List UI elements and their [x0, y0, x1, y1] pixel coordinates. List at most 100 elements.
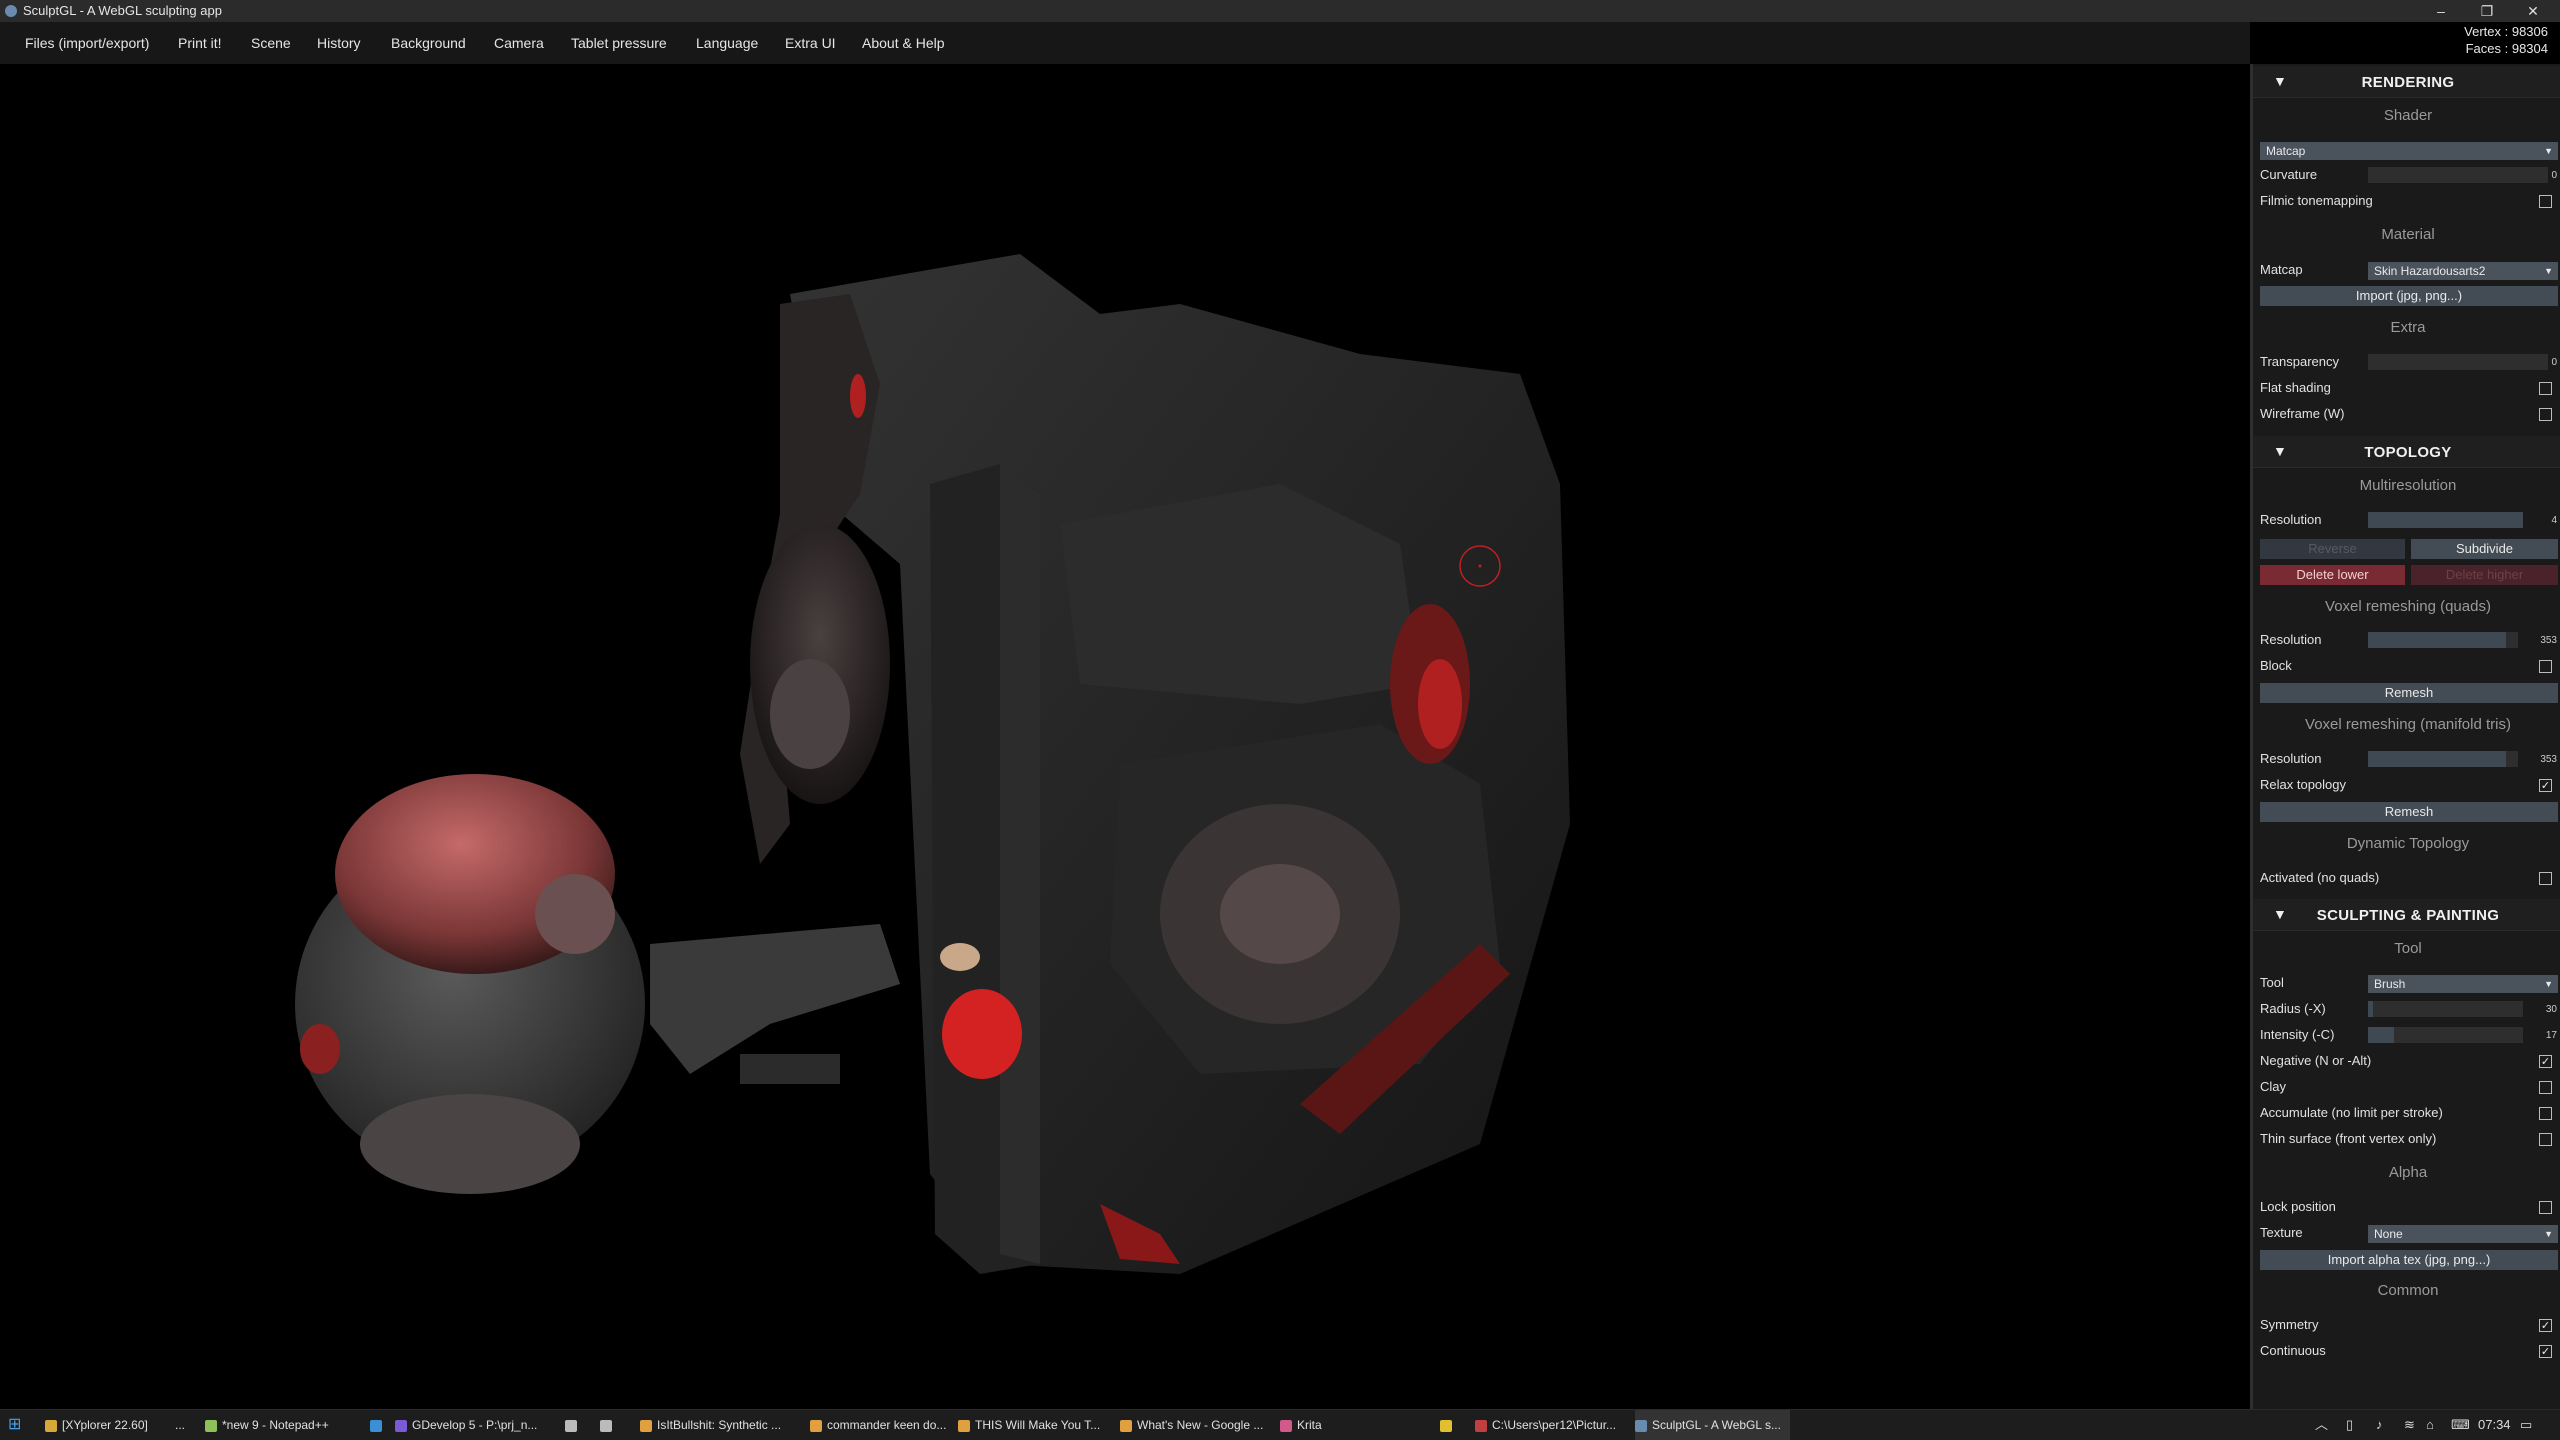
import-matcap-button[interactable]: Import (jpg, png...) — [2260, 286, 2558, 306]
restore-button[interactable]: ❐ — [2464, 0, 2510, 22]
taskbar-item[interactable]: GDevelop 5 - P:\prj_n... — [395, 1410, 555, 1440]
taskbar-app-icon — [958, 1419, 970, 1432]
menu-camera[interactable]: Camera — [494, 22, 544, 64]
dyntopo-activated-checkbox[interactable] — [2539, 872, 2552, 885]
remesh-quads-button[interactable]: Remesh — [2260, 683, 2558, 703]
mesh-stats: Vertex : 98306 Faces : 98304 — [2464, 23, 2548, 57]
thin-surface-checkbox[interactable] — [2539, 1133, 2552, 1146]
windows-start-icon[interactable]: ⊞ — [8, 1410, 30, 1440]
menu-about-help[interactable]: About & Help — [862, 22, 945, 64]
multires-resolution-value[interactable]: 4 — [2533, 515, 2557, 526]
texture-select[interactable]: None ▼ — [2368, 1225, 2558, 1243]
taskbar-item[interactable] — [600, 1410, 620, 1440]
voxel-quads-resolution-value[interactable]: 353 — [2533, 635, 2557, 646]
import-alpha-button[interactable]: Import alpha tex (jpg, png...) — [2260, 1250, 2558, 1270]
symmetry-checkbox[interactable]: ✓ — [2539, 1319, 2552, 1332]
menu-history[interactable]: History — [317, 22, 361, 64]
taskbar-item[interactable]: ... — [175, 1410, 195, 1440]
voxel-tris-resolution-label: Resolution — [2260, 751, 2322, 766]
menu-tablet-pressure[interactable]: Tablet pressure — [571, 22, 667, 64]
sculpt-model — [295, 254, 1570, 1274]
tray-app-icon[interactable]: ⌂ — [2426, 1410, 2434, 1440]
clay-label: Clay — [2260, 1079, 2287, 1094]
tool-select[interactable]: Brush ▼ — [2368, 975, 2558, 993]
menu-language[interactable]: Language — [696, 22, 758, 64]
accumulate-checkbox[interactable] — [2539, 1107, 2552, 1120]
radius-value[interactable]: 30 — [2533, 1004, 2557, 1015]
volume-icon[interactable]: ♪ — [2376, 1410, 2383, 1440]
radius-slider[interactable] — [2368, 1001, 2523, 1017]
dropdown-arrow-icon: ▼ — [2544, 146, 2553, 156]
battery-icon[interactable]: ▯ — [2346, 1410, 2353, 1440]
remesh-tris-button[interactable]: Remesh — [2260, 802, 2558, 822]
filmic-checkbox[interactable] — [2539, 195, 2552, 208]
block-label: Block — [2260, 658, 2292, 673]
menu-background[interactable]: Background — [391, 22, 466, 64]
taskbar-item[interactable] — [565, 1410, 585, 1440]
dyntopo-title: Dynamic Topology — [2346, 835, 2470, 852]
lock-position-checkbox[interactable] — [2539, 1201, 2552, 1214]
multires-title: Multiresolution — [2359, 477, 2457, 494]
transparency-label: Transparency — [2260, 354, 2339, 369]
wireframe-label: Wireframe (W) — [2260, 406, 2345, 421]
sculpting-header[interactable]: ▼ SCULPTING & PAINTING — [2253, 899, 2560, 931]
tray-overflow-icon[interactable]: ︿ — [2315, 1410, 2328, 1440]
voxel-tris-resolution-slider[interactable] — [2368, 751, 2518, 767]
lock-position-label: Lock position — [2260, 1199, 2336, 1214]
close-button[interactable]: ✕ — [2510, 0, 2556, 22]
shader-select[interactable]: Matcap ▼ — [2260, 142, 2558, 160]
menu-extra-ui[interactable]: Extra UI — [785, 22, 836, 64]
taskbar-app-icon — [1440, 1419, 1452, 1432]
clay-checkbox[interactable] — [2539, 1081, 2552, 1094]
menu-scene[interactable]: Scene — [251, 22, 291, 64]
continuous-checkbox[interactable]: ✓ — [2539, 1345, 2552, 1358]
taskbar-item[interactable]: C:\Users\per12\Pictur... — [1475, 1410, 1630, 1440]
taskbar-item-label: IsItBullshit: Synthetic ... — [657, 1418, 782, 1432]
matcap-select[interactable]: Skin Hazardousarts2 ▼ — [2368, 262, 2558, 280]
transparency-slider[interactable] — [2368, 354, 2548, 370]
intensity-slider[interactable] — [2368, 1027, 2523, 1043]
language-icon[interactable]: ⌨ — [2451, 1410, 2470, 1440]
taskbar-item[interactable]: IsItBullshit: Synthetic ... — [640, 1410, 805, 1440]
taskbar-app-icon — [565, 1419, 577, 1432]
taskbar-item[interactable]: commander keen do... — [810, 1410, 955, 1440]
delete-higher-button[interactable]: Delete higher — [2411, 565, 2558, 585]
symmetry-label: Symmetry — [2260, 1317, 2319, 1332]
taskbar-item[interactable] — [370, 1410, 390, 1440]
voxel-tris-resolution-value[interactable]: 353 — [2533, 754, 2557, 765]
curvature-value[interactable]: 0 — [2533, 170, 2557, 181]
block-checkbox[interactable] — [2539, 660, 2552, 673]
taskbar-item[interactable]: SculptGL - A WebGL s... — [1635, 1410, 1790, 1440]
taskbar-item[interactable] — [1440, 1410, 1460, 1440]
menu-files[interactable]: Files (import/export) — [25, 22, 149, 64]
sculpt-viewport[interactable] — [0, 64, 2250, 1409]
negative-checkbox[interactable]: ✓ — [2539, 1055, 2552, 1068]
menu-print[interactable]: Print it! — [178, 22, 222, 64]
taskbar-item[interactable]: What's New - Google ... — [1120, 1410, 1275, 1440]
relax-topology-checkbox[interactable]: ✓ — [2539, 779, 2552, 792]
delete-lower-button[interactable]: Delete lower — [2260, 565, 2405, 585]
notifications-icon[interactable]: ▭ — [2520, 1410, 2532, 1440]
taskbar-item[interactable]: *new 9 - Notepad++ — [205, 1410, 365, 1440]
reverse-button[interactable]: Reverse — [2260, 539, 2405, 559]
flat-shading-checkbox[interactable] — [2539, 382, 2552, 395]
topology-header[interactable]: ▼ TOPOLOGY — [2253, 436, 2560, 468]
multires-resolution-slider[interactable] — [2368, 512, 2523, 528]
minimize-button[interactable]: – — [2418, 0, 2464, 22]
taskbar-item[interactable]: [XYplorer 22.60] — [45, 1410, 170, 1440]
taskbar-app-icon — [370, 1419, 382, 1432]
texture-label: Texture — [2260, 1225, 2303, 1240]
network-icon[interactable]: ≋ — [2404, 1410, 2415, 1440]
rendering-header[interactable]: ▼ RENDERING — [2253, 66, 2560, 98]
relax-topology-label: Relax topology — [2260, 777, 2346, 792]
taskbar-item[interactable]: THIS Will Make You T... — [958, 1410, 1116, 1440]
intensity-value[interactable]: 17 — [2533, 1030, 2557, 1041]
voxel-quads-resolution-slider[interactable] — [2368, 632, 2518, 648]
wireframe-checkbox[interactable] — [2539, 408, 2552, 421]
curvature-slider[interactable] — [2368, 167, 2548, 183]
transparency-value[interactable]: 0 — [2533, 357, 2557, 368]
taskbar-item[interactable]: Krita — [1280, 1410, 1360, 1440]
subdivide-button[interactable]: Subdivide — [2411, 539, 2558, 559]
clock[interactable]: 07:34 — [2478, 1410, 2511, 1440]
tool-label: Tool — [2260, 975, 2284, 990]
